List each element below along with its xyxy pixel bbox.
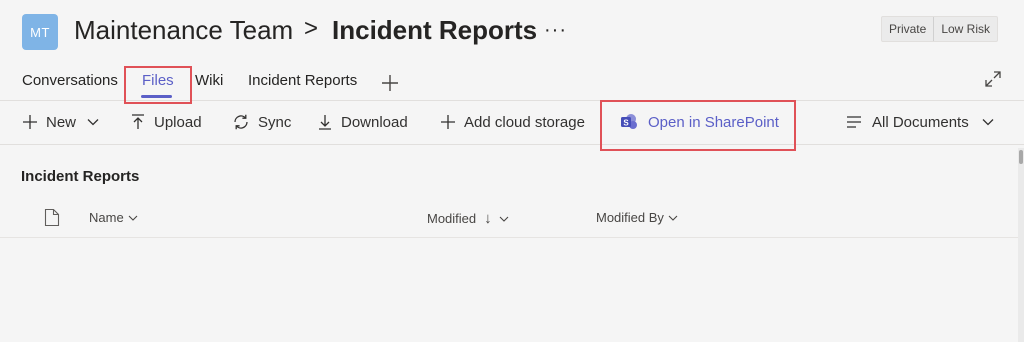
plus-icon (23, 115, 37, 129)
column-header-name[interactable]: Name (89, 210, 139, 225)
file-type-icon (44, 208, 60, 227)
download-icon (319, 115, 331, 130)
list-icon (847, 116, 861, 128)
command-bar-divider (0, 144, 1024, 145)
column-header-modified-by[interactable]: Modified By (596, 210, 679, 225)
tab-incident-reports[interactable]: Incident Reports (248, 72, 357, 89)
sync-label: Sync (258, 113, 292, 131)
column-modified-by-label: Modified By (596, 210, 664, 225)
vertical-scrollbar[interactable] (1018, 148, 1024, 342)
sharepoint-button-highlight (600, 100, 796, 151)
chevron-down-icon (982, 119, 994, 126)
sync-icon (234, 114, 248, 130)
files-tab-highlight (124, 66, 192, 104)
upload-label: Upload (154, 113, 202, 131)
add-tab-button[interactable] (381, 64, 399, 99)
breadcrumb-separator: > (304, 15, 319, 42)
download-button[interactable]: Download (317, 112, 408, 132)
new-button[interactable]: New (22, 112, 100, 132)
expand-icon[interactable] (984, 70, 1002, 88)
sort-descending-icon: ↓ (484, 210, 492, 227)
view-selector[interactable]: All Documents (846, 112, 995, 132)
add-cloud-storage-label: Add cloud storage (464, 113, 585, 131)
upload-icon (132, 114, 144, 129)
tab-conversations[interactable]: Conversations (22, 72, 118, 89)
private-badge: Private (888, 22, 927, 36)
team-name[interactable]: Maintenance Team (74, 15, 293, 46)
column-name-label: Name (89, 210, 124, 225)
sync-button[interactable]: Sync (232, 112, 291, 132)
chevron-down-icon (87, 119, 99, 126)
more-options-button[interactable]: ··· (544, 19, 567, 42)
risk-badge: Low Risk (933, 17, 997, 41)
channel-badges: Private Low Risk (880, 16, 998, 42)
chevron-down-icon (128, 215, 138, 221)
chevron-down-icon (499, 216, 509, 222)
new-label: New (46, 113, 77, 131)
view-label: All Documents (872, 113, 969, 131)
chevron-down-icon (668, 215, 678, 221)
column-header-divider (0, 237, 1024, 238)
upload-button[interactable]: Upload (130, 112, 202, 132)
library-title: Incident Reports (21, 168, 140, 185)
plus-icon (382, 75, 398, 91)
column-modified-label: Modified (427, 211, 477, 226)
tab-wiki[interactable]: Wiki (195, 72, 223, 89)
channel-name: Incident Reports (332, 15, 538, 45)
team-avatar[interactable]: MT (22, 14, 58, 50)
download-label: Download (341, 113, 408, 131)
column-header-modified[interactable]: Modified ↓ (427, 210, 510, 227)
scrollbar-thumb[interactable] (1019, 150, 1023, 164)
plus-icon (441, 115, 455, 129)
add-cloud-storage-button[interactable]: Add cloud storage (440, 112, 585, 132)
